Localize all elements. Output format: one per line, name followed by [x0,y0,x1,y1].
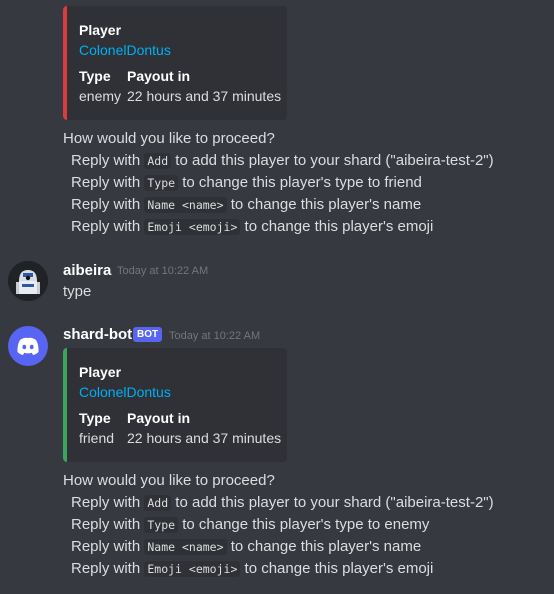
proceed-question: How would you like to proceed? [63,130,275,147]
command-code: Add [144,153,172,169]
reply-option-line: Reply with Type to change this player's … [71,173,422,193]
reply-description: to change this player's type to enemy [178,516,430,533]
reply-prefix: Reply with [71,494,145,511]
reply-description: to change this player's emoji [240,218,434,235]
player-name-link[interactable]: ColonelDontus [79,384,171,400]
player-name-link[interactable]: ColonelDontus [79,42,171,58]
reply-option-line: Reply with Add to add this player to you… [71,493,494,513]
command-code: Type [144,517,179,533]
reply-option-line: Reply with Name <name> to change this pl… [71,537,421,557]
reply-option-line: Reply with Add to add this player to you… [71,151,494,171]
reply-option-line: Reply with Emoji <emoji> to change this … [71,559,433,579]
reply-description: to change this player's type to friend [178,174,422,191]
embed-title: Player [79,22,122,38]
player-embed: Player ColonelDontus Type friend Payout … [63,348,287,462]
type-field-value: enemy [79,88,122,104]
reply-prefix: Reply with [71,538,145,555]
type-field-value: friend [79,430,115,446]
command-code: Type [144,175,179,191]
reply-description: to change this player's name [226,538,422,555]
embed-accent-bar [63,6,67,120]
message-timestamp: Today at 10:22 AM [117,265,209,277]
reply-prefix: Reply with [71,516,145,533]
bot-username[interactable]: shard-bot [63,326,132,343]
reply-description: to add this player to your shard ("aibei… [171,494,494,511]
reply-description: to change this player's emoji [240,560,434,577]
payout-field-value: 22 hours and 37 minutes [127,430,282,446]
embed-accent-bar [63,348,67,462]
reply-option-line: Reply with Type to change this player's … [71,515,429,535]
embed-title: Player [79,364,122,380]
command-code: Name <name> [144,197,227,213]
bot-badge: BOT [133,327,163,342]
reply-description: to add this player to your shard ("aibei… [171,152,494,169]
reply-option-line: Reply with Name <name> to change this pl… [71,195,421,215]
command-code: Add [144,495,172,511]
proceed-question: How would you like to proceed? [63,472,275,489]
type-field-label: Type [79,68,111,84]
reply-prefix: Reply with [71,218,145,235]
payout-field-label: Payout in [127,410,191,426]
reply-prefix: Reply with [71,196,145,213]
payout-field-label: Payout in [127,68,191,84]
username[interactable]: aibeira [63,262,111,279]
message-timestamp: Today at 10:22 AM [169,330,261,342]
reply-description: to change this player's name [226,196,422,213]
user-avatar[interactable] [8,261,48,301]
bot-avatar[interactable] [8,326,48,366]
player-embed: Player ColonelDontus Type enemy Payout i… [63,6,287,120]
command-code: Emoji <emoji> [144,219,241,235]
message-content: type [63,283,92,300]
command-code: Name <name> [144,539,227,555]
discord-logo-icon [17,337,39,355]
reply-prefix: Reply with [71,152,145,169]
command-code: Emoji <emoji> [144,561,241,577]
type-field-label: Type [79,410,111,426]
reply-prefix: Reply with [71,560,145,577]
reply-option-line: Reply with Emoji <emoji> to change this … [71,217,433,237]
payout-field-value: 22 hours and 37 minutes [127,88,282,104]
robot-avatar-icon [8,261,48,301]
reply-prefix: Reply with [71,174,145,191]
